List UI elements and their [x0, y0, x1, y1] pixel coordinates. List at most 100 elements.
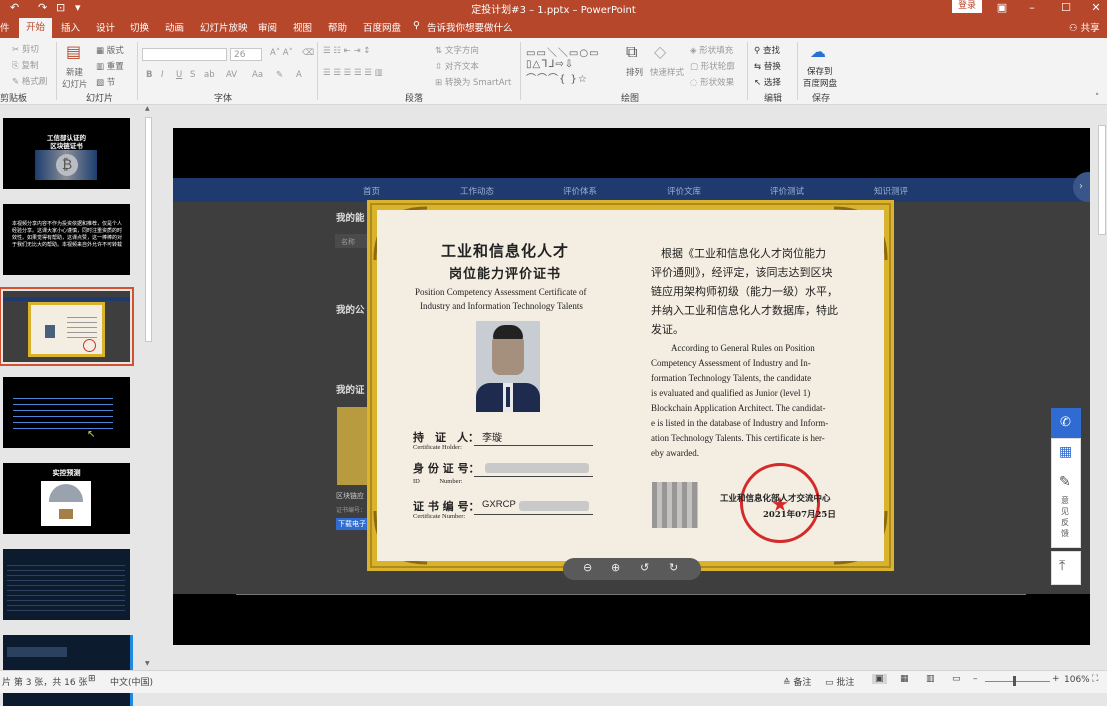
cut-button[interactable]: ✂ 剪切 [12, 43, 39, 55]
quick-styles-icon[interactable]: ◇ [654, 42, 666, 61]
slide-sorter-icon[interactable]: ▦ [900, 674, 909, 684]
scrollbar-thumb[interactable] [145, 117, 152, 342]
font-name-combo[interactable] [142, 48, 227, 61]
zoom-slider-thumb[interactable] [1013, 676, 1016, 686]
zoom-slider[interactable] [985, 681, 1050, 682]
tab-insert[interactable]: 插入 [61, 20, 80, 34]
format-painter-label: 格式刷 [21, 77, 48, 87]
cert-en-title-1: Position Competency Assessment Certifica… [415, 287, 587, 297]
italic-button[interactable]: I [161, 70, 164, 80]
tab-home[interactable]: 开始 [19, 18, 53, 38]
shape-fill-button[interactable]: ◈ 形状填充 [690, 44, 733, 56]
text-direction-button[interactable]: ⇅ 文字方向 [435, 44, 479, 56]
fit-to-window-icon[interactable]: ⛶ [1092, 674, 1098, 684]
bullets-icon[interactable]: ☰ ☷ ⇤ ⇥ ↕ [323, 46, 370, 56]
edit-icon[interactable]: ✎ [1059, 474, 1071, 490]
ribbon-display-icon[interactable]: ▣ [988, 0, 1016, 16]
section-label: 节 [106, 78, 116, 88]
smartart-button[interactable]: ⊞ 转换为 SmartArt [435, 76, 511, 88]
format-painter-button[interactable]: ✎ 格式刷 [12, 75, 47, 87]
editor-scrollbar[interactable] [1097, 105, 1107, 670]
copy-button[interactable]: ⎘ 复制 [12, 59, 39, 71]
editor-scrollbar-thumb[interactable] [1098, 125, 1106, 235]
rotate-left-icon[interactable]: ↺ [640, 561, 649, 574]
collapse-ribbon-icon[interactable]: ˄ [1095, 93, 1099, 103]
shape-outline-label: 形状轮廓 [700, 62, 735, 72]
replace-button[interactable]: ⇆ 替换 [754, 60, 781, 72]
font-color-button[interactable]: A [296, 70, 302, 80]
save-label-2[interactable]: 百度网盘 [803, 77, 837, 89]
slide-thumbnail-5[interactable]: 实控预测 [3, 463, 130, 534]
tab-transitions[interactable]: 切换 [130, 20, 149, 34]
new-slide-icon[interactable]: ▤ [66, 42, 81, 61]
slide-thumbnail-1[interactable]: 工信部认证的 区块链证书 ₿ [3, 118, 130, 189]
smartart-label: 转换为 SmartArt [444, 78, 512, 88]
zoom-in-icon[interactable]: ⊕ [611, 561, 620, 574]
shapes-gallery[interactable]: ▭▭＼＼▭○▭ ▯△ᒣᒧ⇨⇩ ⌒⌒⌒{ }☆ [526, 44, 600, 85]
scroll-down-icon[interactable]: ▼ [145, 660, 150, 667]
baidu-cloud-icon[interactable]: ☁ [810, 42, 826, 61]
grow-font-icon[interactable]: A˄ A˅ [270, 48, 293, 58]
normal-view-icon[interactable]: ▣ [872, 674, 887, 684]
highlight-icon[interactable]: ✎ [276, 70, 283, 80]
share-button[interactable]: ⚇ 共享 [1069, 20, 1100, 34]
slide-thumbnail-4[interactable]: ↖ [3, 377, 130, 448]
tab-baidu[interactable]: 百度网盘 [363, 20, 401, 34]
arrange-icon[interactable]: ⧉ [626, 42, 637, 62]
slide-thumbnail-3[interactable] [0, 287, 134, 366]
select-button[interactable]: ↖ 选择 [754, 76, 781, 88]
slide-thumbnail-2[interactable]: 本视频分享内容不作为投资依据和推荐，仅是个人经验分享。这课大家小心谨慎，同时注重… [3, 204, 130, 275]
tab-review[interactable]: 审阅 [258, 20, 277, 34]
zoom-out-button[interactable]: – [973, 674, 978, 684]
slideshow-view-icon[interactable]: ▭ [952, 674, 961, 684]
zoom-out-icon[interactable]: ⊖ [583, 561, 592, 574]
rotate-right-icon[interactable]: ↻ [669, 561, 678, 574]
shadow-button[interactable]: S [190, 70, 195, 80]
minimize-icon[interactable]: – [1018, 0, 1046, 16]
comments-button[interactable]: ▭ 批注 [825, 675, 854, 688]
phone-button[interactable]: ✆ [1051, 408, 1081, 438]
feedback-label[interactable]: 意见反馈 [1061, 495, 1073, 539]
language[interactable]: 中文(中国) [110, 675, 153, 688]
tab-view[interactable]: 视图 [293, 20, 312, 34]
zoom-in-button[interactable]: + [1052, 674, 1060, 684]
tab-design[interactable]: 设计 [96, 20, 115, 34]
new-slide-label[interactable]: 新建 [66, 66, 83, 78]
tab-animations[interactable]: 动画 [165, 20, 184, 34]
bold-button[interactable]: B [146, 70, 152, 80]
reset-button[interactable]: ▥ 重置 [96, 60, 124, 72]
underline-button[interactable]: U [176, 70, 182, 80]
tab-help[interactable]: 帮助 [328, 20, 347, 34]
align-icons[interactable]: ☰ ☰ ☰ ☰ ☰ ▥ [323, 68, 383, 78]
notes-button[interactable]: ≙ 备注 [783, 675, 811, 688]
tab-slideshow[interactable]: 幻灯片放映 [200, 20, 248, 34]
login-button[interactable]: 登录 [952, 0, 982, 13]
shape-effects-button[interactable]: ◌ 形状效果 [690, 76, 734, 88]
slide-thumbnail-6[interactable] [3, 549, 130, 620]
change-case-button[interactable]: Aa [252, 70, 263, 80]
tell-me-input[interactable]: 告诉我你想要做什么 [427, 20, 513, 34]
close-icon[interactable]: ✕ [1082, 0, 1107, 16]
font-size-combo[interactable]: 26 [230, 48, 262, 61]
maximize-icon[interactable]: ☐ [1052, 0, 1080, 16]
save-label-1[interactable]: 保存到 [807, 65, 833, 77]
layout-button[interactable]: ▦ 版式 [96, 44, 124, 56]
strikethrough-button[interactable]: ab [204, 70, 215, 80]
new-slide-label-2[interactable]: 幻灯片 [62, 78, 88, 90]
reading-view-icon[interactable]: ▥ [926, 674, 935, 684]
scroll-up-icon[interactable]: ▲ [145, 105, 150, 112]
spellcheck-icon[interactable]: ⊞ [88, 674, 96, 684]
clear-format-icon[interactable]: ⌫ [302, 48, 314, 58]
quick-styles-label[interactable]: 快速样式 [650, 66, 684, 78]
shape-outline-button[interactable]: ▢ 形状轮廓 [690, 60, 735, 72]
tab-file[interactable]: 件 [0, 20, 10, 34]
qr-icon[interactable]: ▦ [1059, 444, 1072, 460]
section-button[interactable]: ▧ 节 [96, 76, 115, 88]
arrange-label[interactable]: 排列 [626, 66, 643, 78]
find-button[interactable]: ⚲ 查找 [754, 44, 780, 56]
align-text-button[interactable]: ⇳ 对齐文本 [435, 60, 479, 72]
back-to-top-button[interactable]: ⤒ [1051, 551, 1081, 585]
thumbnails-scrollbar[interactable]: ▲ ▼ [144, 105, 153, 670]
char-spacing-button[interactable]: AV [226, 70, 237, 80]
zoom-level[interactable]: 106% [1064, 675, 1090, 685]
